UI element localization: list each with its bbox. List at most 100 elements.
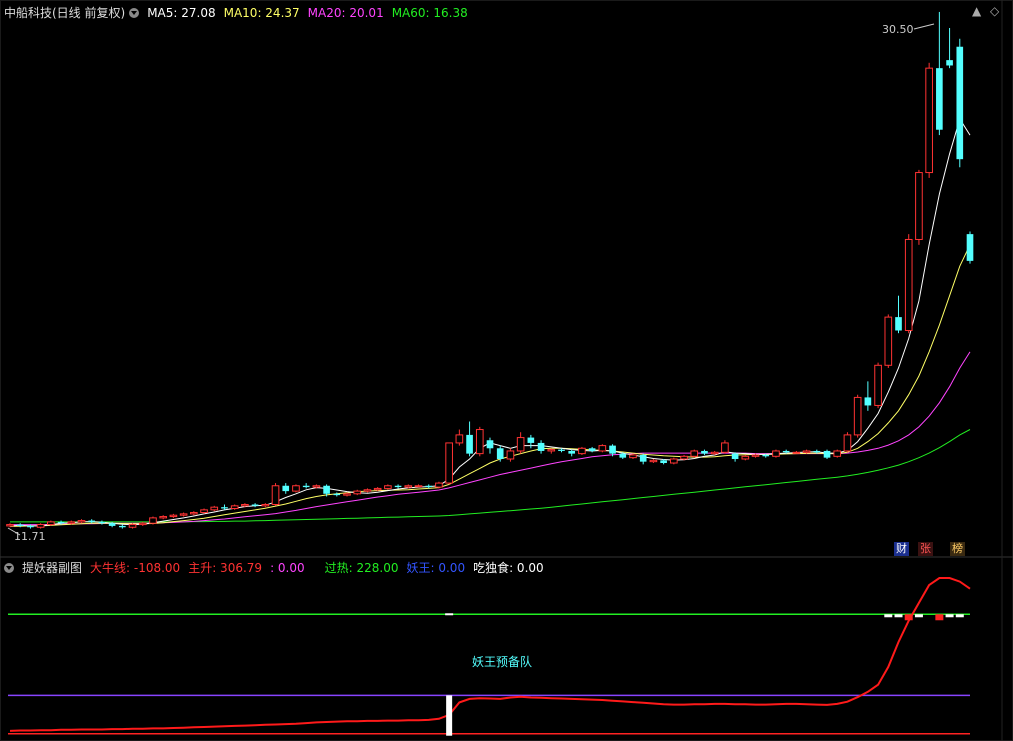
candle-up bbox=[271, 485, 280, 505]
candle-up bbox=[149, 517, 157, 524]
signal-mark bbox=[935, 614, 944, 621]
candle-up bbox=[670, 458, 678, 464]
candle-up bbox=[77, 520, 86, 523]
candle-up bbox=[67, 521, 76, 524]
candle-down bbox=[823, 450, 831, 458]
candle-up bbox=[874, 364, 882, 406]
candle-up bbox=[404, 485, 413, 488]
candle-up bbox=[833, 450, 842, 457]
candle-up bbox=[690, 450, 699, 457]
signal-mark bbox=[894, 614, 903, 618]
candle-up bbox=[802, 450, 811, 453]
candle-up bbox=[629, 454, 637, 459]
candle-down bbox=[16, 524, 24, 526]
candle-down bbox=[731, 453, 739, 459]
candle-down bbox=[895, 317, 902, 331]
candle-down bbox=[619, 453, 627, 458]
candle-up bbox=[241, 503, 249, 507]
candle-down bbox=[27, 525, 34, 528]
signal-mark bbox=[945, 614, 954, 618]
high-price-label: 30.50 bbox=[882, 23, 914, 36]
candle-up bbox=[169, 514, 178, 518]
candle-down bbox=[57, 521, 65, 524]
candle-up bbox=[373, 487, 382, 491]
candle-down bbox=[251, 504, 259, 506]
candle-up bbox=[710, 451, 719, 455]
candle-up bbox=[6, 524, 14, 527]
candle-up bbox=[414, 485, 423, 488]
candle-up bbox=[363, 489, 372, 492]
candle-up bbox=[649, 459, 658, 463]
candle-down bbox=[588, 448, 596, 451]
signal-mark bbox=[904, 614, 913, 621]
signal-tick bbox=[445, 613, 454, 616]
candle-up bbox=[435, 482, 443, 488]
candles bbox=[6, 11, 974, 529]
candle-up bbox=[210, 506, 219, 511]
candle-up bbox=[884, 316, 893, 366]
candle-up bbox=[915, 172, 923, 240]
candle-down bbox=[936, 68, 943, 130]
low-price-label: 11.71 bbox=[14, 530, 46, 543]
candle-down bbox=[639, 454, 647, 462]
candle-up bbox=[230, 505, 239, 510]
candle-down bbox=[813, 450, 821, 453]
candle-up bbox=[751, 454, 760, 457]
candle-up bbox=[36, 524, 45, 528]
demon-reserve-label: 妖王预备队 bbox=[472, 654, 532, 669]
candle-up bbox=[547, 449, 556, 452]
high-pointer bbox=[913, 23, 935, 30]
candle-down bbox=[782, 450, 790, 453]
candle-down bbox=[956, 46, 964, 160]
candle-up bbox=[475, 429, 484, 455]
candle-up bbox=[741, 455, 750, 460]
candle-down bbox=[221, 507, 228, 509]
candle-up bbox=[292, 485, 300, 492]
candle-down bbox=[333, 493, 341, 496]
candle-down bbox=[660, 460, 667, 464]
candle-down bbox=[98, 521, 106, 524]
candle-up bbox=[853, 396, 862, 436]
candle-up bbox=[445, 442, 453, 484]
chart-canvas: 30.50 11.71 妖王预备队 bbox=[0, 0, 1013, 741]
candle-down bbox=[496, 448, 504, 459]
candle-down bbox=[466, 434, 473, 454]
candle-down bbox=[537, 442, 545, 451]
candle-up bbox=[343, 493, 351, 496]
candle-up bbox=[506, 450, 515, 460]
signal-mark bbox=[914, 614, 923, 618]
candle-down bbox=[302, 485, 310, 488]
candle-up bbox=[200, 509, 208, 514]
candle-down bbox=[864, 397, 872, 406]
candle-up bbox=[353, 490, 362, 495]
candle-up bbox=[312, 485, 321, 488]
signal-bar bbox=[446, 695, 453, 736]
candle-down bbox=[701, 450, 708, 454]
candle-down bbox=[425, 485, 433, 488]
candle-down bbox=[88, 520, 96, 522]
candle-up bbox=[680, 455, 688, 460]
candle-up bbox=[159, 516, 168, 519]
candle-down bbox=[558, 449, 565, 451]
candle-up bbox=[772, 450, 780, 457]
candle-up bbox=[904, 238, 913, 331]
candle-up bbox=[516, 437, 525, 452]
candle-down bbox=[762, 454, 770, 457]
candle-down bbox=[119, 525, 126, 528]
signal-mark bbox=[884, 614, 893, 618]
candle-down bbox=[609, 445, 616, 454]
candle-up bbox=[384, 485, 392, 489]
candle-down bbox=[568, 450, 576, 454]
candle-down bbox=[527, 437, 535, 443]
candle-up bbox=[578, 447, 586, 455]
signal-mark bbox=[955, 614, 964, 618]
candle-up bbox=[128, 524, 137, 528]
candle-down bbox=[394, 485, 402, 488]
candle-up bbox=[792, 451, 801, 454]
candle-down bbox=[282, 485, 290, 492]
candle-up bbox=[190, 512, 198, 515]
candle-up bbox=[598, 445, 607, 452]
candle-up bbox=[179, 513, 188, 516]
candle-up bbox=[138, 522, 147, 526]
candle-up bbox=[843, 434, 852, 452]
